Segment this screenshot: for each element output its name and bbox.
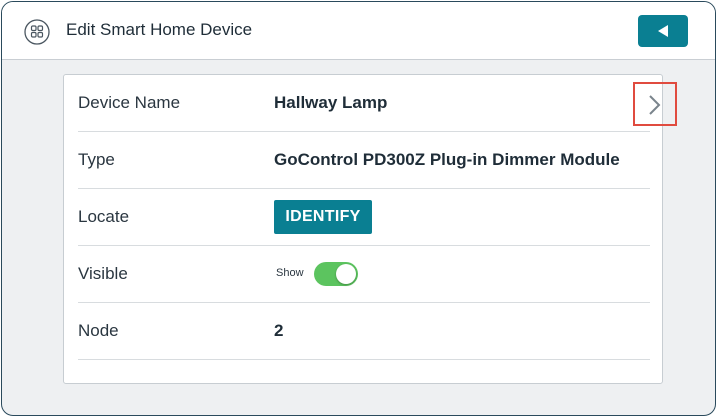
row-visible: Visible Show bbox=[78, 246, 650, 303]
row-type: Type GoControl PD300Z Plug-in Dimmer Mod… bbox=[78, 132, 650, 189]
header-bar: Edit Smart Home Device bbox=[2, 2, 715, 60]
type-label: Type bbox=[78, 150, 115, 169]
back-arrow-icon bbox=[658, 25, 668, 37]
visible-label: Visible bbox=[78, 264, 128, 283]
node-label: Node bbox=[78, 321, 119, 340]
row-locate: Locate IDENTIFY bbox=[78, 189, 650, 246]
row-device-name: Device Name Hallway Lamp bbox=[78, 75, 677, 132]
identify-button[interactable]: IDENTIFY bbox=[274, 200, 372, 234]
type-value: GoControl PD300Z Plug-in Dimmer Module bbox=[274, 150, 620, 169]
back-button[interactable] bbox=[638, 15, 688, 47]
device-name-value: Hallway Lamp bbox=[274, 93, 388, 112]
device-settings-card: Device Name Hallway Lamp Type GoControl … bbox=[63, 74, 677, 384]
app-window: Edit Smart Home Device Device Name Hallw… bbox=[1, 1, 716, 416]
chevron-right-icon bbox=[649, 95, 661, 115]
device-name-label: Device Name bbox=[78, 93, 181, 112]
edit-device-name-button[interactable] bbox=[633, 82, 677, 126]
show-label: Show bbox=[276, 267, 304, 279]
page-title: Edit Smart Home Device bbox=[66, 20, 253, 39]
toggle-knob bbox=[336, 264, 356, 284]
visible-toggle[interactable] bbox=[314, 262, 358, 286]
device-grid-icon bbox=[24, 19, 50, 45]
locate-label: Locate bbox=[78, 207, 130, 226]
row-node: Node 2 bbox=[78, 303, 650, 360]
node-value: 2 bbox=[274, 321, 284, 340]
